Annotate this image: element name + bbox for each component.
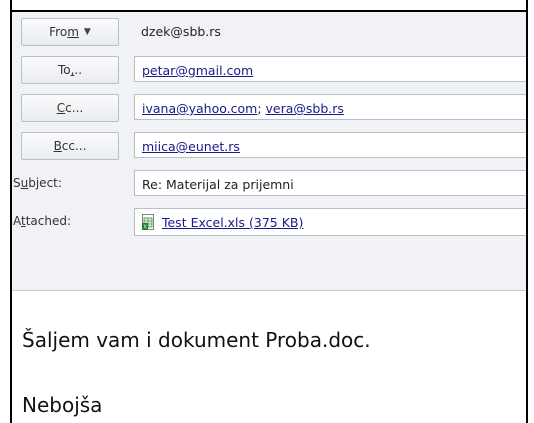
to-row: To,.. petar@gmail.com <box>12 50 534 88</box>
cc-recipient-1[interactable]: ivana@yahoo.com <box>142 101 257 116</box>
to-button-label: To,.. <box>57 63 83 77</box>
cc-button[interactable]: Cc... <box>21 94 119 122</box>
attachments-field[interactable]: X Test Excel.xls (375 KB) <box>134 208 534 236</box>
bcc-recipient[interactable]: miica@eunet.rs <box>142 139 240 154</box>
cc-row: Cc... ivana@yahoo.com; vera@sbb.rs <box>12 88 534 126</box>
cc-field[interactable]: ivana@yahoo.com; vera@sbb.rs <box>134 94 534 120</box>
attached-row: Attached: X Test Excel.xls (375 KB) <box>12 202 534 240</box>
from-row: From ▼ dzek@sbb.rs <box>12 12 526 50</box>
window-left-border <box>0 0 12 423</box>
window-top-border <box>0 0 534 12</box>
cc-button-label: Cc... <box>56 101 84 115</box>
subject-label: Subject: <box>13 176 62 190</box>
subject-row: Subject: Re: Materijal za prijemni <box>12 164 534 202</box>
cc-recipient-2[interactable]: vera@sbb.rs <box>266 101 344 116</box>
svg-text:X: X <box>143 225 147 230</box>
excel-file-icon: X <box>142 214 156 231</box>
subject-field[interactable]: Re: Materijal za prijemni <box>134 170 534 196</box>
bcc-button[interactable]: Bcc... <box>21 132 119 160</box>
to-recipient[interactable]: petar@gmail.com <box>142 63 253 78</box>
to-button[interactable]: To,.. <box>21 56 119 84</box>
from-button[interactable]: From ▼ <box>21 18 119 46</box>
message-header: From ▼ dzek@sbb.rs To,.. petar@gmail.com… <box>12 12 534 291</box>
attached-label: Attached: <box>13 214 72 228</box>
bcc-field[interactable]: miica@eunet.rs <box>134 132 534 158</box>
body-line-2: Nebojša <box>22 393 103 417</box>
body-line-1: Šaljem vam i dokument Proba.doc. <box>22 328 371 352</box>
email-compose-window: From ▼ dzek@sbb.rs To,.. petar@gmail.com… <box>0 0 534 423</box>
window-right-border <box>526 0 534 423</box>
from-address: dzek@sbb.rs <box>141 24 221 39</box>
attachment-file-link[interactable]: Test Excel.xls (375 KB) <box>162 215 303 230</box>
cc-separator: ; <box>257 101 266 116</box>
chevron-down-icon: ▼ <box>83 27 91 37</box>
bcc-row: Bcc... miica@eunet.rs <box>12 126 534 164</box>
from-button-label: From <box>49 25 79 39</box>
bcc-button-label: Bcc... <box>53 139 87 153</box>
to-field[interactable]: petar@gmail.com <box>134 56 534 82</box>
